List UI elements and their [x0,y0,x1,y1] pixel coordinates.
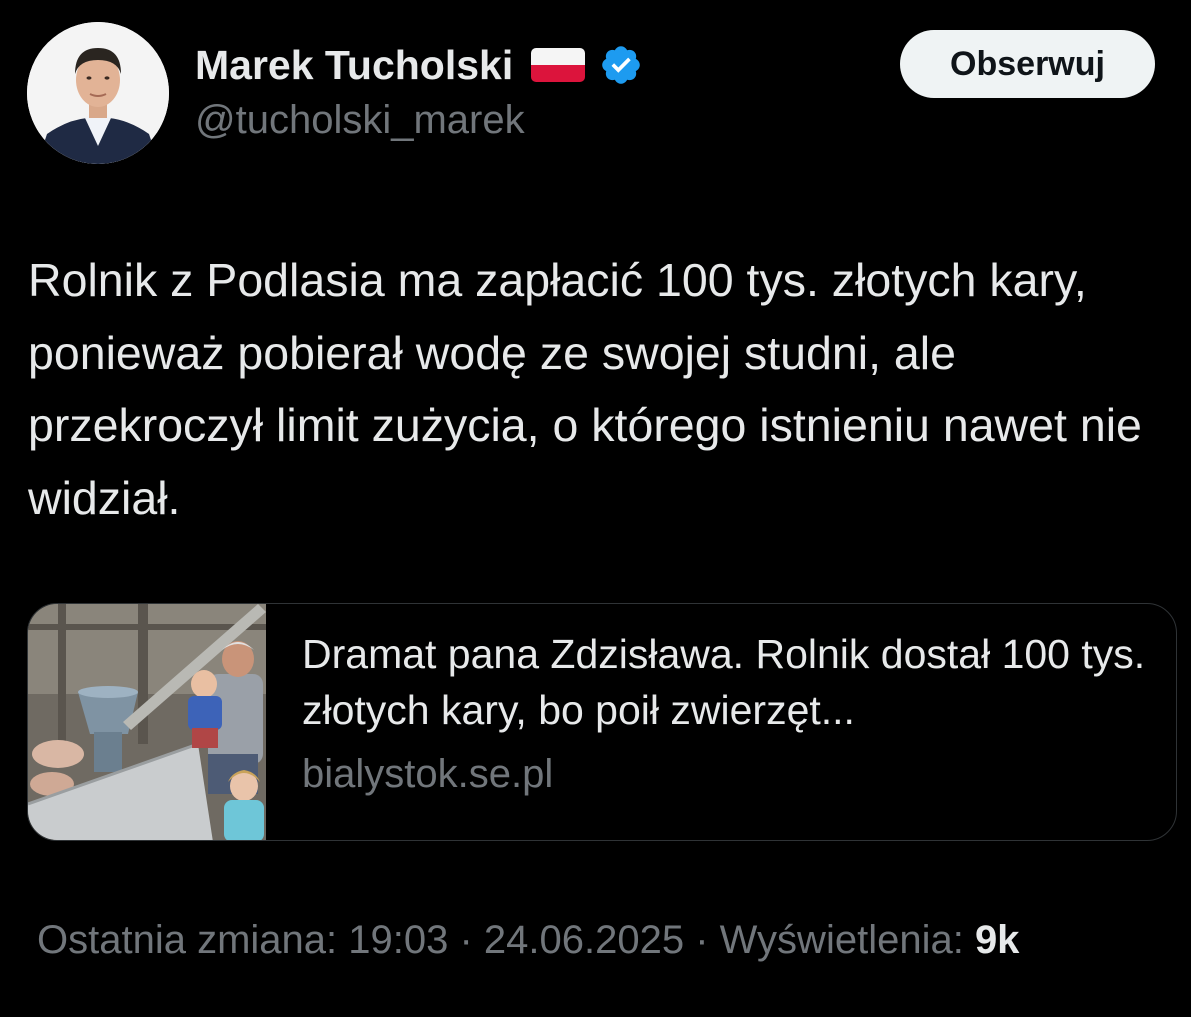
follow-button[interactable]: Obserwuj [900,30,1155,98]
link-preview-domain: bialystok.se.pl [302,752,554,796]
verified-badge-icon[interactable] [599,43,643,87]
author-display-name[interactable]: Marek Tucholski [195,42,513,89]
views-label: · Wyświetlenia: [695,918,964,962]
link-preview-card[interactable]: Dramat pana Zdzisława. Rolnik dostał 100… [27,603,1177,841]
views-count[interactable]: 9k [975,918,1020,962]
author-handle[interactable]: @tucholski_marek [195,98,525,143]
tweet-text: Rolnik z Podlasia ma zapłacić 100 tys. z… [28,254,1142,524]
tweet-meta: Ostatnia zmiana: 19:03 · 24.06.2025 · Wy… [37,918,1019,963]
author-name-row[interactable]: Marek Tucholski [195,38,643,92]
avatar-photo [27,22,169,164]
edited-timestamp[interactable]: Ostatnia zmiana: 19:03 · 24.06.2025 [37,918,684,962]
link-preview-thumbnail [28,604,266,840]
avatar[interactable] [27,22,169,164]
link-preview-title[interactable]: Dramat pana Zdzisława. Rolnik dostał 100… [302,626,1162,738]
poland-flag-icon [531,48,586,82]
